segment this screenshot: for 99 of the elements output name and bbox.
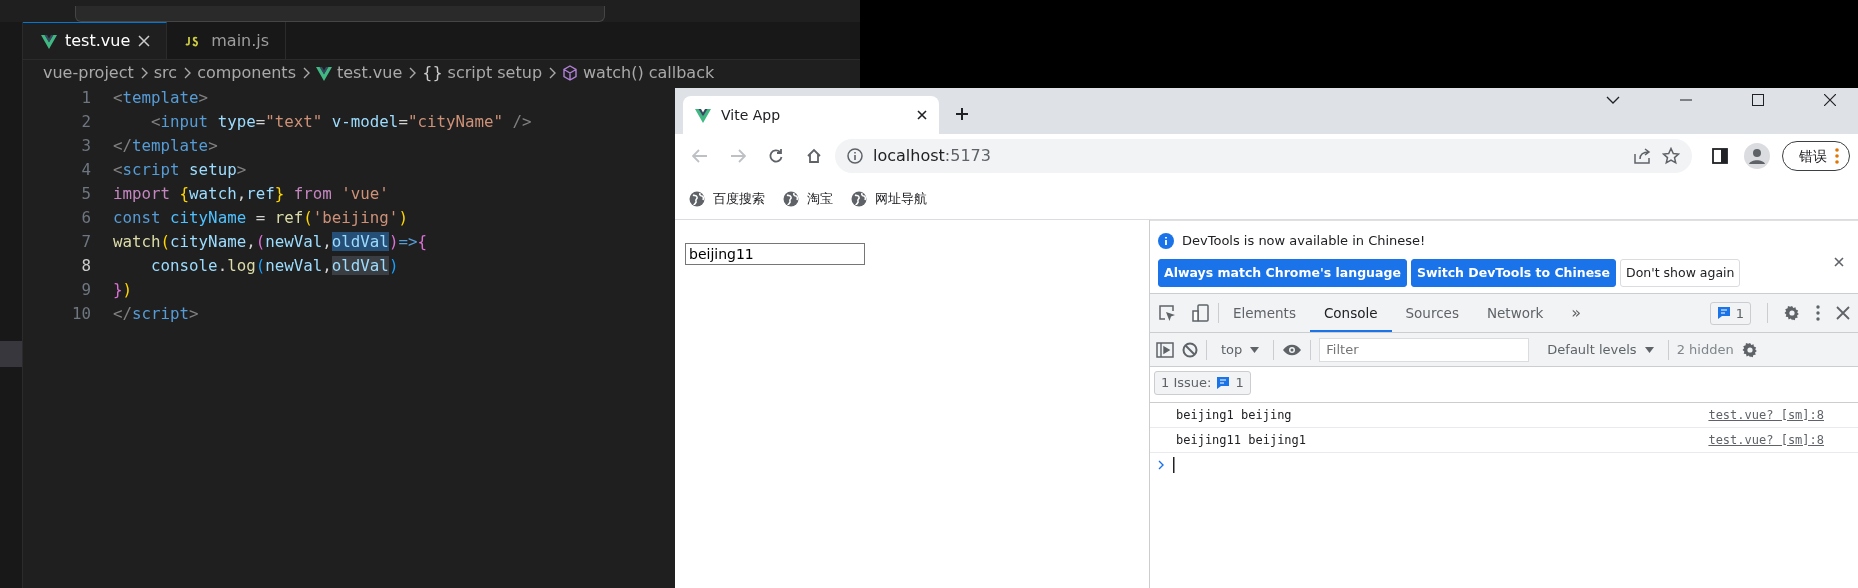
device-toolbar-icon[interactable] — [1192, 304, 1210, 323]
side-panel-icon[interactable] — [1712, 148, 1728, 164]
source-link[interactable]: test.vue? [sm]:8 — [1708, 430, 1824, 449]
text-cursor-icon — [1173, 456, 1175, 473]
breadcrumb-item[interactable]: {} script setup — [422, 61, 543, 85]
close-icon[interactable] — [1834, 257, 1844, 267]
reload-icon[interactable] — [768, 148, 784, 164]
chevron-right-icon — [183, 67, 192, 79]
code-line: <template> — [113, 87, 209, 109]
vue-logo-icon — [695, 107, 711, 123]
chevron-down-icon[interactable] — [1606, 96, 1620, 104]
close-icon[interactable] — [917, 110, 927, 120]
editor-tab[interactable]: main.js — [167, 22, 287, 59]
braces-icon: {} — [422, 61, 443, 85]
settings-icon[interactable] — [1741, 341, 1758, 358]
line-number: 1 — [80, 87, 91, 109]
home-icon[interactable] — [806, 148, 822, 164]
line-number: 8 — [80, 255, 91, 277]
prompt-icon — [1158, 459, 1165, 470]
line-number: 6 — [80, 207, 91, 229]
chevron-right-icon — [139, 67, 148, 79]
breadcrumb-item[interactable]: components — [197, 61, 296, 85]
levels-dropdown[interactable]: Default levels — [1541, 339, 1660, 361]
caret-down-icon — [1644, 346, 1654, 353]
code-line: <script setup> — [113, 159, 247, 181]
console-message: beijing11 beijing1 — [1176, 431, 1307, 449]
devtools-tab[interactable]: Console — [1309, 294, 1392, 333]
avatar-icon[interactable] — [1744, 143, 1770, 169]
infobar-button[interactable]: Don't show again — [1620, 258, 1741, 288]
code-line: console.log(newVal,oldVal) — [150, 255, 399, 277]
profile-button[interactable]: 错误 — [1782, 141, 1850, 171]
address-bar[interactable]: localhost:5173 — [835, 139, 1692, 173]
filter-field[interactable]: Filter — [1319, 337, 1530, 362]
issues-button[interactable]: 1 Issue: 1 — [1154, 371, 1251, 395]
sidebar-toggle-icon[interactable] — [1156, 341, 1174, 358]
tab-title: Vite App — [721, 105, 782, 125]
line-number: 3 — [80, 135, 91, 157]
breadcrumb-item[interactable]: test.vue — [316, 61, 403, 85]
kebab-icon[interactable] — [1816, 305, 1820, 322]
line-number: 2 — [80, 111, 91, 133]
url-host: localhost — [873, 145, 945, 167]
code-line: import {watch,ref} from 'vue' — [113, 183, 389, 205]
vue-file-icon — [316, 65, 332, 81]
code-line: }) — [113, 279, 133, 301]
eye-icon[interactable] — [1282, 343, 1303, 356]
chevron-right-icon — [548, 67, 557, 79]
line-number: 7 — [80, 231, 91, 253]
text-input[interactable]: beijing11 — [685, 243, 865, 265]
console-message: beijing1 beijing — [1176, 406, 1292, 424]
globe-icon — [851, 190, 867, 207]
line-number: 4 — [80, 159, 91, 181]
code-line: <input type="text" v-model="cityName" /> — [150, 111, 532, 133]
infobar-button[interactable]: Always match Chrome's language — [1158, 258, 1407, 288]
browser-tab[interactable]: Vite App — [683, 96, 939, 134]
maximize-icon[interactable] — [1752, 94, 1764, 106]
code-line: </template> — [113, 135, 218, 157]
share-icon[interactable] — [1634, 148, 1652, 164]
message-icon — [1716, 306, 1731, 321]
more-tabs-button[interactable]: » — [1557, 294, 1596, 333]
cube-icon — [562, 65, 579, 81]
message-icon — [1216, 376, 1231, 390]
code-line: const cityName = ref('beijing') — [113, 207, 408, 229]
hidden-count: 2 hidden — [1676, 341, 1734, 359]
star-icon[interactable] — [1662, 147, 1680, 165]
infobar-button[interactable]: Switch DevTools to Chinese — [1410, 258, 1617, 288]
bookmark[interactable]: 网址导航 — [851, 188, 927, 209]
line-number: 10 — [70, 303, 91, 325]
devtools-tab[interactable]: Network — [1472, 294, 1558, 333]
inspect-icon[interactable] — [1158, 304, 1176, 323]
chevron-right-icon — [302, 67, 310, 79]
globe-icon — [783, 190, 799, 207]
breadcrumb-item[interactable]: watch() callback — [562, 61, 715, 85]
new-tab-icon[interactable] — [955, 107, 969, 121]
line-number: 9 — [80, 279, 91, 301]
code-line: watch(cityName,(newVal,oldVal)=>{ — [113, 231, 427, 253]
breadcrumb-item[interactable]: src — [153, 61, 178, 85]
bookmark[interactable]: 百度搜索 — [689, 188, 765, 209]
devtools-tab[interactable]: Sources — [1391, 294, 1473, 333]
code-line: </script> — [113, 303, 199, 325]
bookmark[interactable]: 淘宝 — [783, 188, 833, 209]
close-icon[interactable] — [1824, 94, 1836, 106]
info-icon — [1158, 232, 1174, 249]
info-icon — [847, 148, 863, 164]
editor-tab[interactable]: test.vue — [23, 22, 168, 59]
issues-button[interactable]: 1 — [1709, 301, 1751, 325]
context-dropdown[interactable]: top — [1215, 339, 1266, 361]
kebab-icon — [1835, 148, 1839, 164]
infobar-message: DevTools is now available in Chinese! — [1182, 232, 1426, 250]
globe-icon — [689, 190, 705, 207]
breadcrumb-item[interactable]: vue-project — [43, 61, 134, 85]
caret-down-icon — [1250, 346, 1260, 353]
clear-icon[interactable] — [1182, 341, 1198, 358]
devtools-tab[interactable]: Elements — [1219, 294, 1310, 333]
line-number: 5 — [80, 183, 91, 205]
vue-file-icon — [41, 33, 57, 49]
chevron-right-icon — [408, 67, 417, 79]
settings-icon[interactable] — [1784, 305, 1800, 322]
url-port: :5173 — [944, 145, 991, 167]
source-link[interactable]: test.vue? [sm]:8 — [1708, 405, 1824, 424]
